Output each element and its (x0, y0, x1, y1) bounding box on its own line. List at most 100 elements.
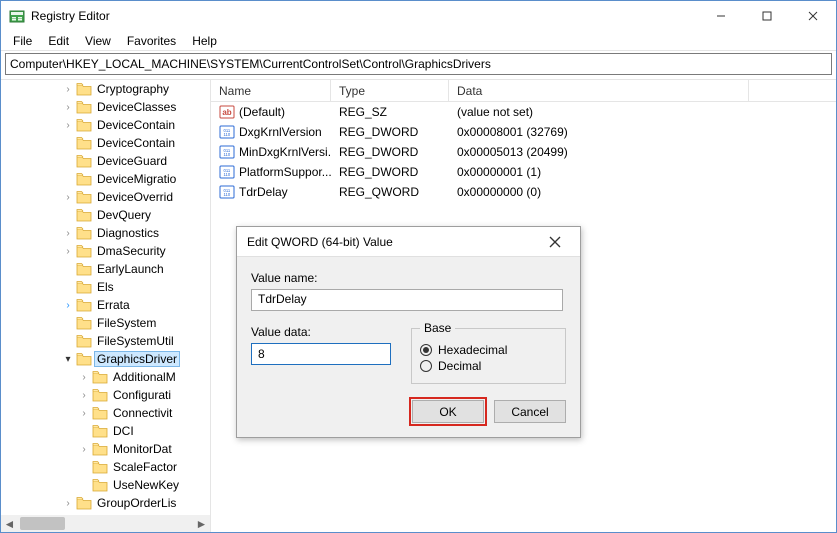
tree-item-label: AdditionalM (111, 370, 178, 384)
tree-item[interactable]: ›MonitorDat (1, 440, 210, 458)
tree-item-label: Diagnostics (95, 226, 161, 240)
folder-icon (92, 388, 108, 402)
tree-item-label: GroupOrderLis (95, 496, 178, 510)
tree-item[interactable]: ›Connectivit (1, 404, 210, 422)
list-row[interactable]: 011110TdrDelayREG_QWORD0x00000000 (0) (211, 182, 836, 202)
tree-item[interactable]: Els (1, 278, 210, 296)
list-row[interactable]: 011110MinDxgKrnlVersi...REG_DWORD0x00005… (211, 142, 836, 162)
menu-favorites[interactable]: Favorites (119, 32, 184, 50)
base-legend: Base (420, 321, 455, 335)
tree-item[interactable]: › GroupOrderLis (1, 494, 210, 512)
chevron-right-icon[interactable]: › (61, 84, 75, 95)
chevron-right-icon[interactable]: › (77, 372, 91, 383)
tree-item[interactable]: UseNewKey (1, 476, 210, 494)
svg-text:ab: ab (222, 108, 231, 117)
dialog-close-button[interactable] (540, 227, 570, 257)
cell-type: REG_DWORD (331, 145, 449, 159)
minimize-button[interactable] (698, 1, 744, 31)
tree-item[interactable]: DevQuery (1, 206, 210, 224)
tree-item[interactable]: ScaleFactor (1, 458, 210, 476)
menu-file[interactable]: File (5, 32, 40, 50)
cell-type: REG_QWORD (331, 185, 449, 199)
list-row[interactable]: 011110DxgKrnlVersionREG_DWORD0x00008001 … (211, 122, 836, 142)
folder-icon (76, 100, 92, 114)
cancel-button[interactable]: Cancel (494, 400, 566, 423)
tree-item[interactable]: ›DeviceContain (1, 116, 210, 134)
tree-item[interactable]: FileSystemUtil (1, 332, 210, 350)
svg-text:110: 110 (224, 132, 231, 137)
reg-binary-icon: 011110 (219, 124, 235, 140)
tree-horizontal-scrollbar[interactable]: ◄ ► (1, 515, 210, 532)
close-button[interactable] (790, 1, 836, 31)
column-type[interactable]: Type (331, 80, 449, 101)
tree-item-label: Errata (95, 298, 132, 312)
tree-item[interactable]: ›Cryptography (1, 80, 210, 98)
tree-item[interactable]: DeviceContain (1, 134, 210, 152)
list-header: Name Type Data (211, 80, 836, 102)
tree-item[interactable]: ›DeviceClasses (1, 98, 210, 116)
cell-name: 011110TdrDelay (211, 184, 331, 200)
tree-scroll[interactable]: ›Cryptography›DeviceClasses›DeviceContai… (1, 80, 210, 515)
menu-help[interactable]: Help (184, 32, 225, 50)
folder-icon (76, 208, 92, 222)
folder-icon (76, 190, 92, 204)
scroll-left-icon[interactable]: ◄ (1, 515, 18, 532)
chevron-right-icon[interactable]: › (77, 444, 91, 455)
tree-item[interactable]: › Errata (1, 296, 210, 314)
dialog-titlebar: Edit QWORD (64-bit) Value (237, 227, 580, 257)
value-data-field[interactable] (251, 343, 391, 365)
chevron-right-icon[interactable]: › (61, 228, 75, 239)
chevron-right-icon[interactable]: › (77, 390, 91, 401)
tree-item-label: DeviceMigratio (95, 172, 178, 186)
column-name[interactable]: Name (211, 80, 331, 101)
titlebar: Registry Editor (1, 1, 836, 31)
tree-item[interactable]: FileSystem (1, 314, 210, 332)
radio-hexadecimal[interactable]: Hexadecimal (420, 343, 557, 357)
tree-item[interactable]: DeviceMigratio (1, 170, 210, 188)
scroll-thumb[interactable] (20, 517, 65, 530)
column-data[interactable]: Data (449, 80, 749, 101)
cell-name: 011110PlatformSuppor... (211, 164, 331, 180)
chevron-down-icon[interactable]: ▾ (61, 354, 75, 365)
chevron-right-icon[interactable]: › (61, 192, 75, 203)
tree-item[interactable]: › DmaSecurity (1, 242, 210, 260)
chevron-right-icon[interactable]: › (77, 408, 91, 419)
window-title: Registry Editor (31, 9, 110, 23)
scroll-right-icon[interactable]: ► (193, 515, 210, 532)
radio-decimal[interactable]: Decimal (420, 359, 557, 373)
list-row[interactable]: 011110PlatformSuppor...REG_DWORD0x000000… (211, 162, 836, 182)
chevron-right-icon[interactable]: › (61, 102, 75, 113)
tree-item[interactable]: › Diagnostics (1, 224, 210, 242)
value-name-text: (Default) (239, 105, 285, 119)
cell-type: REG_SZ (331, 105, 449, 119)
value-name-field[interactable]: TdrDelay (251, 289, 563, 311)
tree-item[interactable]: EarlyLaunch (1, 260, 210, 278)
reg-binary-icon: 011110 (219, 144, 235, 160)
tree-item-label: DmaSecurity (95, 244, 168, 258)
tree-item[interactable]: DeviceGuard (1, 152, 210, 170)
chevron-right-icon[interactable]: › (61, 246, 75, 257)
maximize-button[interactable] (744, 1, 790, 31)
folder-icon (76, 226, 92, 240)
chevron-right-icon[interactable]: › (61, 120, 75, 131)
tree-item[interactable]: › AdditionalM (1, 368, 210, 386)
folder-icon (76, 136, 92, 150)
tree-item[interactable]: ▾ GraphicsDriver (1, 350, 210, 368)
address-bar[interactable]: Computer\HKEY_LOCAL_MACHINE\SYSTEM\Curre… (5, 53, 832, 75)
folder-icon (76, 352, 92, 366)
tree-item-label: GraphicsDriver (95, 352, 179, 366)
reg-binary-icon: 011110 (219, 164, 235, 180)
menu-edit[interactable]: Edit (40, 32, 77, 50)
ok-button[interactable]: OK (412, 400, 484, 423)
list-row[interactable]: ab(Default)REG_SZ(value not set) (211, 102, 836, 122)
tree-item[interactable]: ›Configurati (1, 386, 210, 404)
tree-item[interactable]: DCI (1, 422, 210, 440)
folder-icon (76, 154, 92, 168)
folder-icon (76, 262, 92, 276)
menu-view[interactable]: View (77, 32, 119, 50)
chevron-right-icon[interactable]: › (61, 498, 75, 509)
tree-item-label: DeviceOverrid (95, 190, 175, 204)
chevron-right-icon[interactable]: › (61, 300, 75, 311)
folder-icon (92, 424, 108, 438)
tree-item[interactable]: › DeviceOverrid (1, 188, 210, 206)
